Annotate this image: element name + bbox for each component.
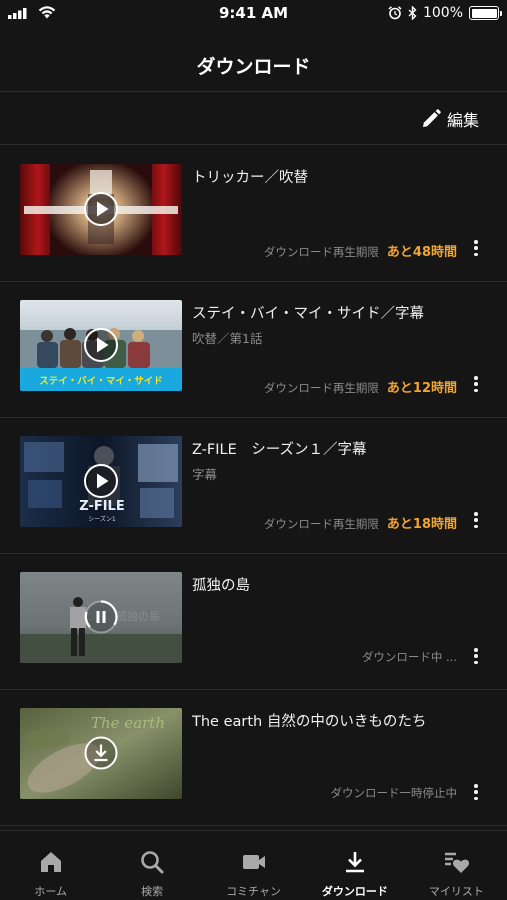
status-text: ダウンロード再生期限 [263, 245, 379, 259]
download-list: トリッカー／吹替 ダウンロード再生期限 あと48時間 ステイ・バイ・マイ・サイド… [0, 146, 507, 826]
remaining-time: あと12時間 [386, 381, 457, 396]
status-text: ダウンロード再生期限 [263, 381, 379, 395]
tab-label: 検索 [141, 885, 164, 898]
more-options-button[interactable] [471, 374, 481, 394]
download-item[interactable]: 孤独の島 孤独の島 ダウンロード中 ... [0, 554, 507, 690]
play-icon[interactable] [84, 192, 118, 226]
more-options-button[interactable] [471, 510, 481, 530]
tab-label: コミチャン [226, 885, 281, 898]
thumbnail[interactable]: 孤独の島 [20, 572, 182, 663]
status-text: ダウンロード再生期限 [263, 517, 379, 531]
battery-level [471, 8, 497, 18]
bluetooth-icon [408, 6, 417, 20]
thumbnail-caption: ステイ・バイ・マイ・サイド [39, 375, 163, 387]
tab-home[interactable]: ホーム [0, 831, 101, 900]
more-options-button[interactable] [471, 782, 481, 802]
video-camera-icon [242, 855, 265, 869]
tab-bar: ホーム 検索 コミチャン ダウンロード マイリスト [0, 830, 507, 900]
thumbnail[interactable]: Z-FILE シーズン1 [20, 436, 182, 527]
play-icon[interactable] [84, 328, 118, 362]
thumbnail[interactable]: ステイ・バイ・マイ・サイド [20, 300, 182, 391]
remaining-time: あと48時間 [386, 245, 457, 260]
item-title: トリッカー／吹替 [192, 170, 308, 186]
thumbnail[interactable]: The earth [20, 708, 182, 799]
tab-label: ダウンロード [321, 885, 388, 898]
thumbnail-caption: Z-FILE [79, 499, 124, 514]
more-options-button[interactable] [471, 238, 481, 258]
tab-search[interactable]: 検索 [101, 831, 202, 900]
tab-label: マイリスト [428, 885, 484, 898]
tab-label: ホーム [34, 885, 68, 898]
pencil-icon [422, 109, 441, 127]
tab-comichan[interactable]: コミチャン [203, 831, 304, 900]
item-status: ダウンロード再生期限 あと48時間 [264, 241, 457, 260]
thumbnail-subcaption: シーズン1 [88, 515, 116, 523]
item-subtitle: 字幕 [192, 467, 218, 482]
download-icon[interactable] [84, 736, 118, 770]
edit-label: 編集 [446, 111, 479, 130]
more-options-button[interactable] [471, 646, 481, 666]
home-icon [40, 852, 61, 872]
mylist-heart-icon [445, 852, 470, 873]
item-status: ダウンロード再生期限 あと18時間 [264, 513, 457, 532]
search-icon [141, 851, 164, 874]
item-subtitle: 吹替／第1話 [192, 331, 263, 346]
tab-download[interactable]: ダウンロード [304, 831, 405, 900]
nav-header: ダウンロード [0, 28, 507, 92]
remaining-time: あと18時間 [386, 517, 457, 532]
tab-mylist[interactable]: マイリスト [406, 831, 507, 900]
item-title: ステイ・バイ・マイ・サイド／字幕 [192, 306, 424, 322]
toolbar: 編集 [0, 93, 507, 145]
thumbnail[interactable] [20, 164, 182, 255]
download-item[interactable]: Z-FILE シーズン1 Z-FILE シーズン１／字幕 字幕 ダウンロード再生… [0, 418, 507, 554]
status-bar: 9:41 AM 100% [0, 0, 507, 28]
item-title: The earth 自然の中のいきものたち [192, 714, 427, 730]
status-text: ダウンロード中 ... [361, 650, 457, 664]
alarm-clock-icon [388, 6, 402, 20]
play-icon[interactable] [84, 464, 118, 498]
download-item[interactable]: トリッカー／吹替 ダウンロード再生期限 あと48時間 [0, 146, 507, 282]
item-title: Z-FILE シーズン１／字幕 [192, 442, 367, 458]
item-status: ダウンロード再生期限 あと12時間 [264, 377, 457, 396]
battery-percent: 100% [422, 5, 463, 21]
download-icon [345, 852, 364, 873]
edit-button[interactable]: 編集 [421, 107, 479, 131]
page-title: ダウンロード [196, 56, 311, 78]
item-status: ダウンロード一時停止中 [331, 785, 458, 801]
pause-icon[interactable] [84, 600, 118, 634]
download-item[interactable]: ステイ・バイ・マイ・サイド ステイ・バイ・マイ・サイド／字幕 吹替／第1話 ダウ… [0, 282, 507, 418]
download-item[interactable]: The earth The earth 自然の中のいきものたち ダウンロード一時… [0, 690, 507, 826]
status-right: 100% [388, 5, 502, 21]
status-text: ダウンロード一時停止中 [330, 786, 458, 800]
item-status: ダウンロード中 ... [362, 649, 457, 665]
item-title: 孤独の島 [192, 578, 250, 594]
battery-icon [469, 6, 502, 20]
